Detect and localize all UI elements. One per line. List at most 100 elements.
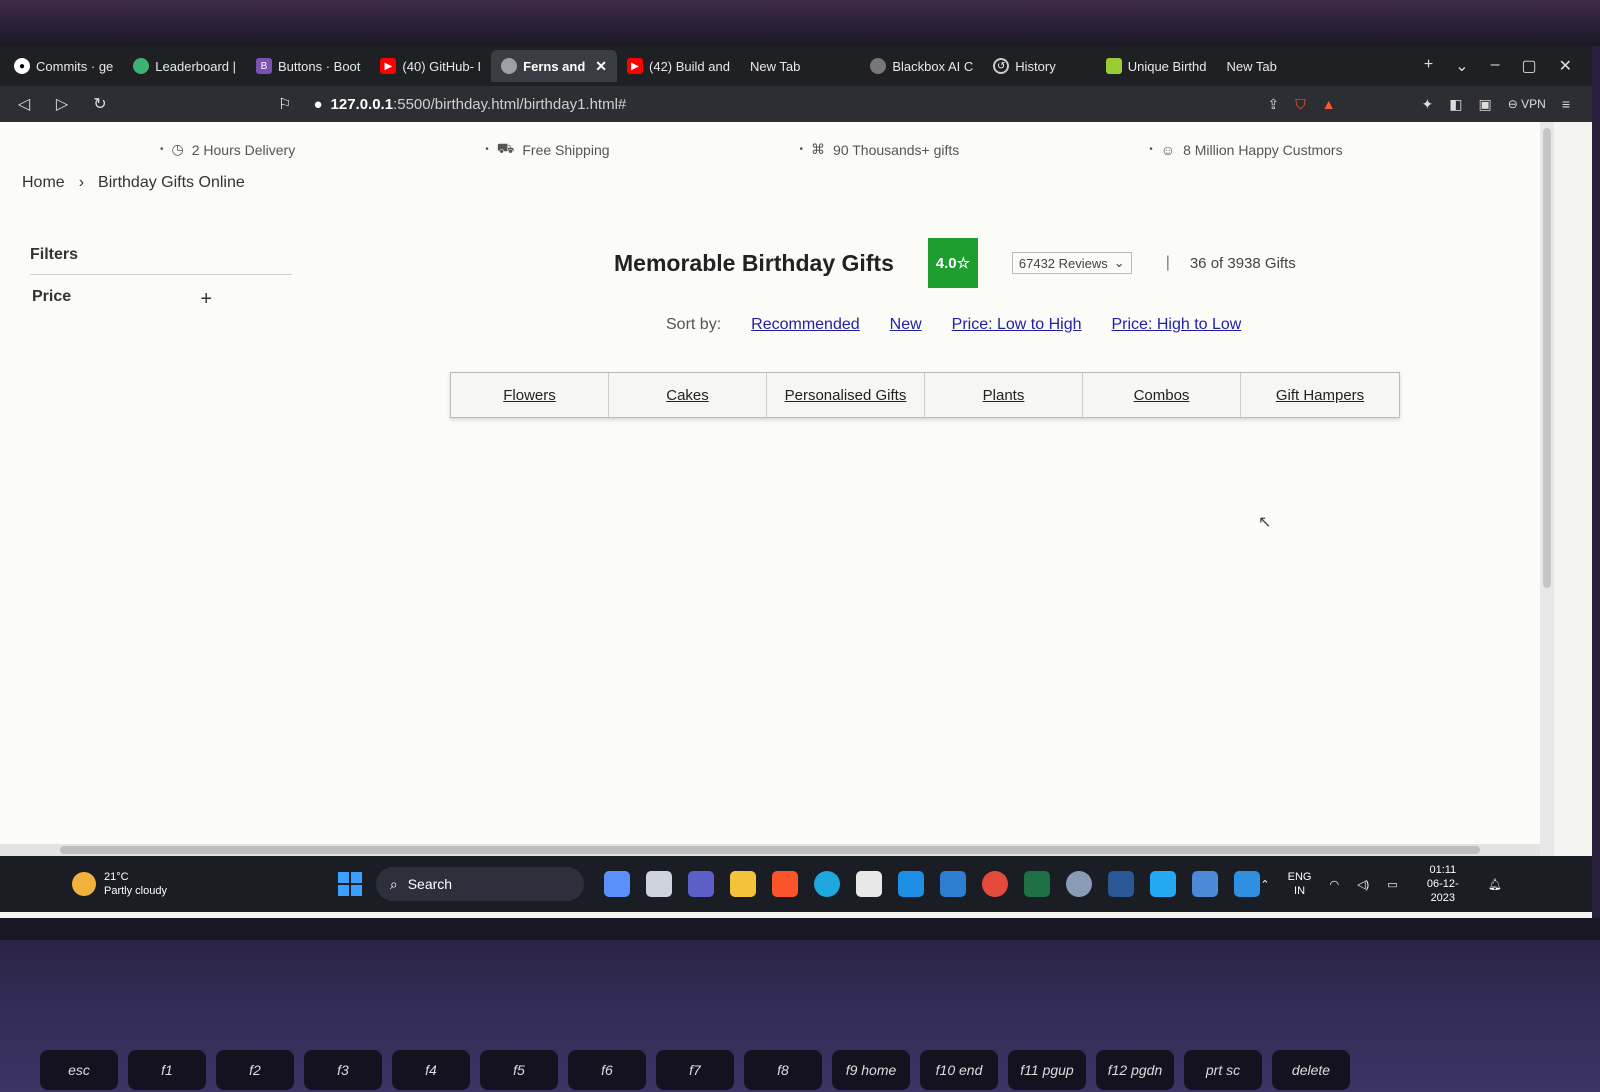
key-f3: f3 (304, 1050, 382, 1090)
key-esc: esc (40, 1050, 118, 1090)
tab-github-video[interactable]: ▶ (40) GitHub- I (370, 50, 491, 82)
key-f6: f6 (568, 1050, 646, 1090)
tab-build-video[interactable]: ▶ (42) Build and (617, 50, 740, 82)
menu-icon[interactable]: ≡ (1562, 96, 1570, 112)
breadcrumb-home[interactable]: Home (22, 174, 65, 192)
tab-new-tab[interactable]: New Tab (740, 50, 810, 82)
vpn-button[interactable]: ⊖ VPN (1508, 97, 1546, 111)
paint-icon[interactable] (1234, 871, 1261, 897)
rating-badge: 4.0 ☆ (927, 238, 978, 288)
gift-icon: ⌘ (811, 141, 826, 157)
chevron-up-icon[interactable]: ⌃ (1260, 878, 1269, 891)
weather-widget[interactable]: 21°C Partly cloudy (0, 870, 328, 898)
tab-commits[interactable]: ● Commits · ge (4, 50, 123, 82)
price-filter-label: Price (32, 288, 72, 305)
wallet-icon[interactable]: ▣ (1479, 96, 1492, 113)
wifi-icon[interactable]: ◠ (1329, 878, 1339, 891)
tab-unique-birthday[interactable]: Unique Birthd (1096, 50, 1217, 82)
settings-icon[interactable] (1066, 871, 1093, 897)
task-view-icon[interactable] (646, 871, 673, 897)
minimize-icon[interactable]: – (1491, 56, 1500, 76)
clock[interactable]: 01:11 06-12-2023 (1416, 863, 1470, 905)
mail-icon[interactable] (940, 871, 967, 897)
edge-icon[interactable] (814, 871, 841, 897)
category-tabs: Flowers Cakes Personalised Gifts Plants … (450, 372, 1400, 418)
tab-buttons[interactable]: B Buttons · Boot (246, 50, 370, 82)
word-icon[interactable] (1108, 871, 1135, 897)
site-info-icon[interactable]: ● (313, 96, 322, 113)
key-f10: f10 end (920, 1050, 998, 1090)
sort-price-low-high[interactable]: Price: Low to High (952, 316, 1082, 334)
pinned-apps (604, 871, 1261, 897)
sidebar-icon[interactable]: ◧ (1449, 96, 1462, 113)
browser-toolbar: ◁ ▷ ↻ ⚐ ● 127.0.0.1:5500/birthday.html/b… (0, 86, 1592, 122)
calendar-icon[interactable] (856, 871, 883, 897)
windows-start-icon[interactable] (338, 872, 362, 896)
bookmark-icon[interactable]: ⚐ (278, 95, 291, 113)
back-icon[interactable]: ◁ (14, 94, 34, 114)
maximize-icon[interactable]: ▢ (1521, 56, 1536, 76)
reviews-dropdown[interactable]: 67432 Reviews ⌄ (1011, 252, 1132, 274)
close-window-icon[interactable]: ✕ (1559, 56, 1572, 76)
language-indicator[interactable]: ENG IN (1288, 870, 1312, 898)
share-icon[interactable]: ⇪ (1267, 96, 1279, 113)
brave-rewards-icon[interactable]: ▲ (1322, 96, 1336, 112)
github-icon: ● (14, 58, 30, 74)
forward-icon[interactable]: ▷ (52, 94, 72, 114)
separator: | (1165, 254, 1170, 271)
heading-row: Memorable Birthday Gifts 4.0 ☆ 67432 Revi… (614, 238, 1296, 288)
extensions-icon[interactable]: ✦ (1422, 96, 1434, 113)
gift-count: 36 of 3938 Gifts (1189, 254, 1296, 272)
tab-history[interactable]: ↺ History (983, 50, 1065, 82)
smile-icon: ☺ (1160, 141, 1176, 158)
file-explorer-icon[interactable] (730, 871, 757, 897)
category-gift-hampers[interactable]: Gift Hampers (1241, 373, 1399, 417)
bootstrap-icon: B (256, 58, 273, 74)
vertical-scroll-thumb[interactable] (1543, 128, 1551, 588)
tab-blackbox[interactable]: Blackbox AI C (860, 50, 983, 82)
sort-recommended[interactable]: Recommended (751, 316, 860, 334)
expand-price-icon[interactable]: + (200, 288, 212, 311)
close-tab-icon[interactable]: ✕ (595, 58, 607, 75)
feature-shipping: • ⛟ Free Shipping (485, 140, 610, 158)
clock-icon: ◷ (171, 141, 184, 157)
horizontal-scrollbar[interactable] (0, 844, 1540, 856)
address-bar[interactable]: ⚐ ● 127.0.0.1:5500/birthday.html/birthda… (278, 95, 1098, 114)
category-plants[interactable]: Plants (925, 373, 1083, 417)
sort-new[interactable]: New (890, 316, 922, 334)
notification-icon[interactable]: 🔔︎ (1488, 878, 1502, 891)
store-icon[interactable] (604, 871, 631, 897)
tab-leaderboard[interactable]: Leaderboard | (123, 50, 246, 82)
meet-icon[interactable] (688, 871, 715, 897)
browser-tab-strip: ● Commits · ge Leaderboard | B Buttons · B… (0, 46, 1592, 86)
web-page: • ◷ 2 Hours Delivery • ⛟ Free Shipping • ⌘ 90 … (0, 122, 1540, 844)
vertical-scrollbar[interactable] (1540, 122, 1554, 856)
chevron-down-icon[interactable]: ⌄ (1455, 56, 1468, 76)
page-title: Memorable Birthday Gifts (614, 249, 894, 276)
weather-icon (72, 872, 96, 896)
tab-ferns-active[interactable]: Ferns and ✕ (491, 50, 618, 82)
chat-icon[interactable] (898, 871, 925, 897)
price-filter[interactable]: Price + (32, 288, 212, 311)
chrome-icon[interactable] (982, 871, 1009, 897)
reload-icon[interactable]: ↻ (90, 94, 110, 114)
tab-new-tab-2[interactable]: New Tab (1216, 50, 1286, 82)
category-flowers[interactable]: Flowers (451, 373, 609, 417)
excel-icon[interactable] (1024, 871, 1051, 897)
category-combos[interactable]: Combos (1083, 373, 1241, 417)
vscode-icon[interactable] (1150, 871, 1177, 897)
key-f1: f1 (128, 1050, 206, 1090)
sort-price-high-low[interactable]: Price: High to Low (1112, 316, 1242, 334)
brave-icon[interactable] (772, 871, 799, 897)
notepad-icon[interactable] (1192, 871, 1219, 897)
sort-label: Sort by: (666, 316, 722, 333)
category-cakes[interactable]: Cakes (609, 373, 767, 417)
new-tab-icon[interactable]: + (1424, 56, 1433, 76)
truck-icon: ⛟ (496, 140, 515, 156)
brave-shield-icon[interactable]: ⛉ (1295, 96, 1306, 113)
battery-icon[interactable]: ▭ (1387, 878, 1397, 891)
category-personalised-gifts[interactable]: Personalised Gifts (767, 373, 925, 417)
taskbar-search[interactable]: ⌕ Search (375, 867, 585, 901)
horizontal-scroll-thumb[interactable] (60, 846, 1480, 854)
volume-icon[interactable]: ◁) (1357, 878, 1369, 891)
